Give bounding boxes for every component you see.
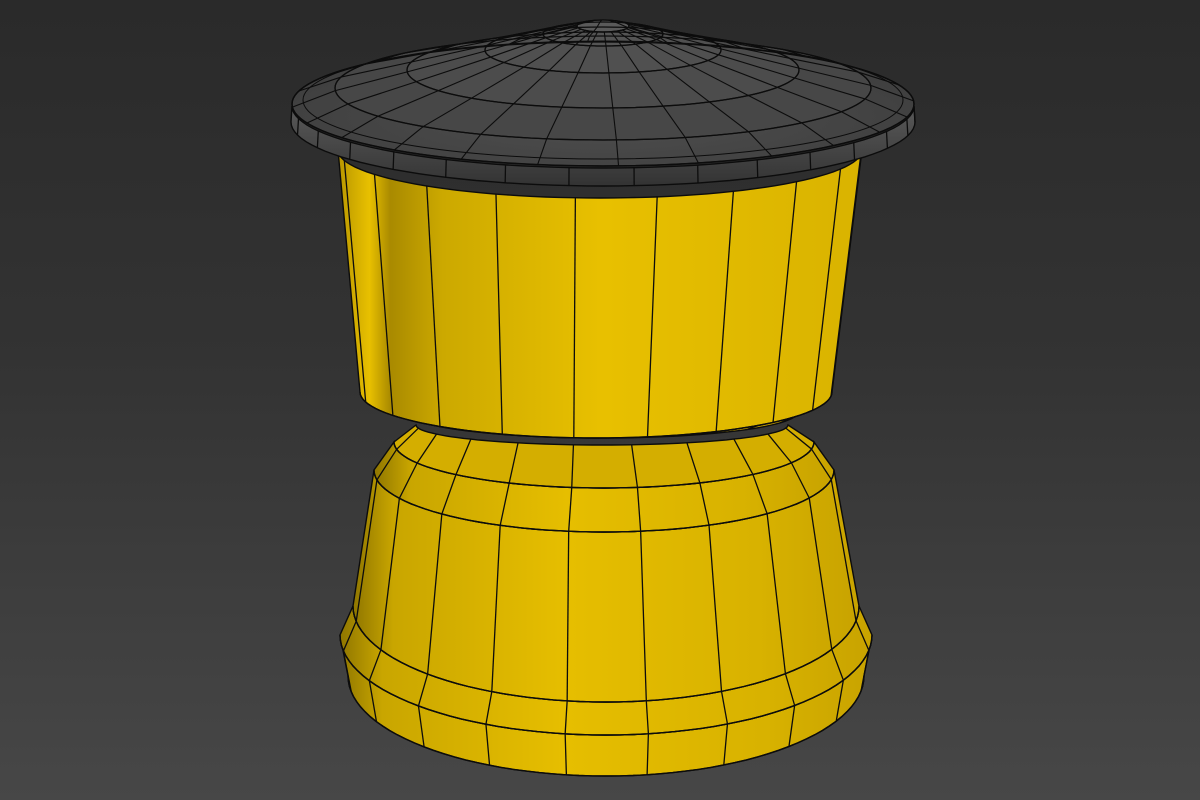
upper-body-wall (337, 149, 863, 439)
viewport-canvas[interactable] (0, 0, 1200, 800)
upper-body-mesh[interactable] (337, 149, 863, 439)
cap-rim-edge (809, 152, 812, 170)
cap-rim-edge (349, 142, 352, 160)
cap-rim-edge (853, 142, 856, 160)
cap-rim-edge (885, 131, 889, 149)
cap-rim-edge (445, 159, 447, 178)
3d-viewport[interactable] (0, 0, 1200, 800)
lower-body-mesh[interactable] (339, 423, 873, 777)
cap-rim-edge (316, 130, 319, 148)
cap-mesh[interactable] (290, 19, 916, 187)
cap-rim-edge (392, 151, 395, 170)
